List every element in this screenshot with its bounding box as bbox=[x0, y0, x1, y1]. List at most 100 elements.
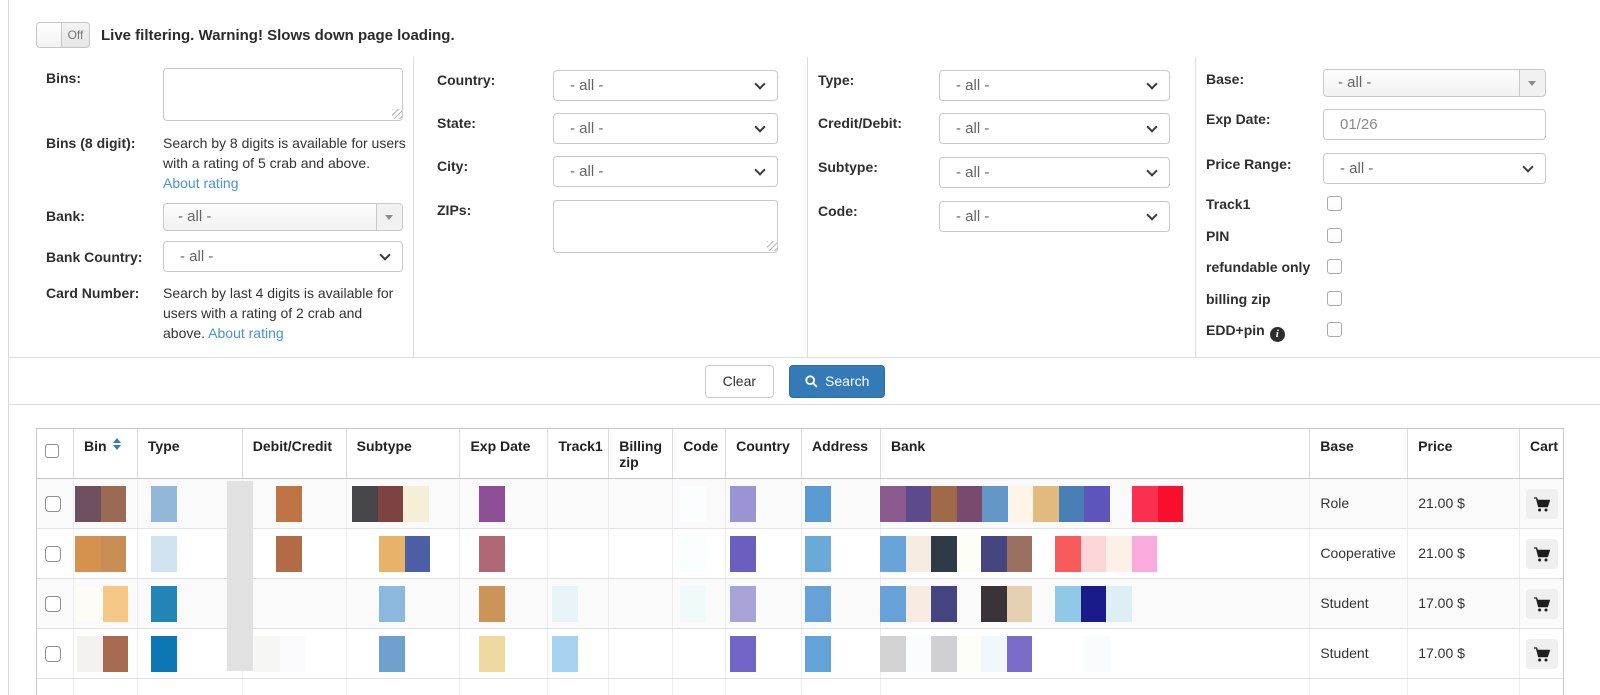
cell-billing_zip bbox=[608, 529, 672, 578]
censored-data-block bbox=[151, 486, 177, 522]
censored-data-block bbox=[276, 536, 302, 572]
dropdown-arrow-icon[interactable] bbox=[376, 204, 402, 230]
cell bbox=[880, 679, 1309, 695]
info-icon[interactable] bbox=[1270, 327, 1285, 342]
resize-grip-icon[interactable] bbox=[767, 241, 777, 251]
add-to-cart-button[interactable] bbox=[1526, 489, 1558, 519]
censored-data-block bbox=[151, 536, 177, 572]
censored-data-block bbox=[1106, 586, 1132, 622]
censored-data-block bbox=[931, 536, 957, 572]
column-header-label: Price bbox=[1418, 438, 1452, 454]
column-header-bin[interactable]: Bin bbox=[73, 429, 137, 478]
edd-pin-checkbox[interactable] bbox=[1327, 322, 1342, 337]
edd-pin-label-text: EDD+pin bbox=[1206, 322, 1265, 338]
censored-data-block bbox=[103, 636, 129, 672]
clear-button[interactable]: Clear bbox=[705, 365, 774, 398]
country-select[interactable]: - all - bbox=[553, 70, 778, 101]
censored-data-block bbox=[730, 536, 756, 572]
bank-country-label: Bank Country: bbox=[46, 249, 142, 265]
bank-select-value: - all - bbox=[178, 208, 211, 225]
credit-debit-select-value: - all - bbox=[956, 120, 989, 137]
column-header-track1: Track1 bbox=[547, 429, 608, 478]
about-rating-link-1[interactable]: About rating bbox=[163, 175, 239, 191]
search-button[interactable]: Search bbox=[789, 365, 885, 398]
city-select[interactable]: - all - bbox=[553, 156, 778, 187]
censored-vertical-bar bbox=[227, 481, 253, 671]
chevron-down-icon bbox=[1146, 165, 1157, 176]
cell-cart bbox=[1519, 479, 1563, 528]
cell-base: Role bbox=[1309, 479, 1407, 528]
censored-data-block bbox=[103, 586, 129, 622]
censored-data-block bbox=[805, 536, 831, 572]
censored-data-block bbox=[1106, 536, 1132, 572]
bank-country-select[interactable]: - all - bbox=[163, 241, 403, 272]
add-to-cart-button[interactable] bbox=[1526, 639, 1558, 669]
censored-data-block bbox=[931, 636, 957, 672]
bins8-note-text: Search by 8 digits is available for user… bbox=[163, 135, 406, 171]
cell-price: 21.00 $ bbox=[1407, 529, 1519, 578]
cell bbox=[459, 679, 547, 695]
bank-select[interactable]: - all - bbox=[163, 203, 403, 231]
filter-divider-2 bbox=[807, 57, 808, 357]
credit-debit-select[interactable]: - all - bbox=[939, 113, 1170, 144]
price-range-select[interactable]: - all - bbox=[1323, 153, 1546, 184]
type-select[interactable]: - all - bbox=[939, 70, 1170, 101]
cell-code bbox=[672, 629, 725, 678]
base-select-value: - all - bbox=[1338, 74, 1371, 91]
column-header-code: Code bbox=[672, 429, 725, 478]
resize-grip-icon[interactable] bbox=[392, 109, 402, 119]
row-checkbox[interactable] bbox=[45, 596, 61, 612]
cart-icon bbox=[1533, 597, 1551, 612]
add-to-cart-button[interactable] bbox=[1526, 589, 1558, 619]
table-row: Cooperative21.00 $ bbox=[37, 529, 1563, 579]
bins-textarea[interactable] bbox=[163, 68, 403, 121]
code-select[interactable]: - all - bbox=[939, 201, 1170, 232]
live-filtering-toggle[interactable]: Off bbox=[36, 22, 90, 48]
cell-price: 17.00 $ bbox=[1407, 629, 1519, 678]
track1-checkbox[interactable] bbox=[1327, 196, 1342, 211]
censored-data-block bbox=[880, 536, 906, 572]
base-select[interactable]: - all - bbox=[1323, 69, 1546, 97]
cell-billing_zip bbox=[608, 579, 672, 628]
state-select[interactable]: - all - bbox=[553, 113, 778, 144]
chevron-down-icon bbox=[754, 78, 765, 89]
censored-data-block bbox=[906, 536, 932, 572]
table-header-row: BinTypeDebit/CreditSubtypeExp DateTrack1… bbox=[37, 429, 1563, 479]
cell-base: Student bbox=[1309, 579, 1407, 628]
censored-data-block bbox=[352, 486, 378, 522]
dropdown-arrow-icon[interactable] bbox=[1519, 70, 1545, 96]
cell bbox=[801, 679, 880, 695]
bank-country-select-value: - all - bbox=[180, 248, 213, 265]
city-label: City: bbox=[437, 158, 468, 174]
about-rating-link-2[interactable]: About rating bbox=[208, 325, 284, 341]
censored-data-block bbox=[680, 486, 706, 522]
toggle-handle[interactable] bbox=[37, 23, 62, 47]
censored-data-block bbox=[479, 486, 505, 522]
row-checkbox[interactable] bbox=[45, 546, 61, 562]
censored-data-block bbox=[957, 536, 983, 572]
add-to-cart-button[interactable] bbox=[1526, 539, 1558, 569]
subtype-select[interactable]: - all - bbox=[939, 157, 1170, 188]
censored-data-block bbox=[1055, 536, 1081, 572]
exp-date-input[interactable] bbox=[1323, 109, 1546, 140]
zips-textarea[interactable] bbox=[553, 200, 778, 253]
chevron-down-icon bbox=[1146, 209, 1157, 220]
row-checkbox[interactable] bbox=[45, 646, 61, 662]
censored-data-block bbox=[680, 536, 706, 572]
zips-label: ZIPs: bbox=[437, 202, 471, 218]
cell bbox=[608, 679, 672, 695]
billing-zip-checkbox[interactable] bbox=[1327, 291, 1342, 306]
column-header-billing_zip: Billing zip bbox=[608, 429, 672, 478]
refundable-only-checkbox[interactable] bbox=[1327, 259, 1342, 274]
censored-data-block bbox=[805, 586, 831, 622]
select-all-checkbox[interactable] bbox=[45, 444, 59, 458]
censored-data-block bbox=[1059, 486, 1085, 522]
cart-icon bbox=[1533, 497, 1551, 512]
code-select-value: - all - bbox=[956, 208, 989, 225]
pin-checkbox[interactable] bbox=[1327, 228, 1342, 243]
column-header-label: Base bbox=[1320, 438, 1353, 454]
censored-data-block bbox=[730, 586, 756, 622]
censored-data-block bbox=[906, 586, 932, 622]
sort-icon[interactable] bbox=[113, 438, 121, 450]
row-checkbox[interactable] bbox=[45, 496, 61, 512]
